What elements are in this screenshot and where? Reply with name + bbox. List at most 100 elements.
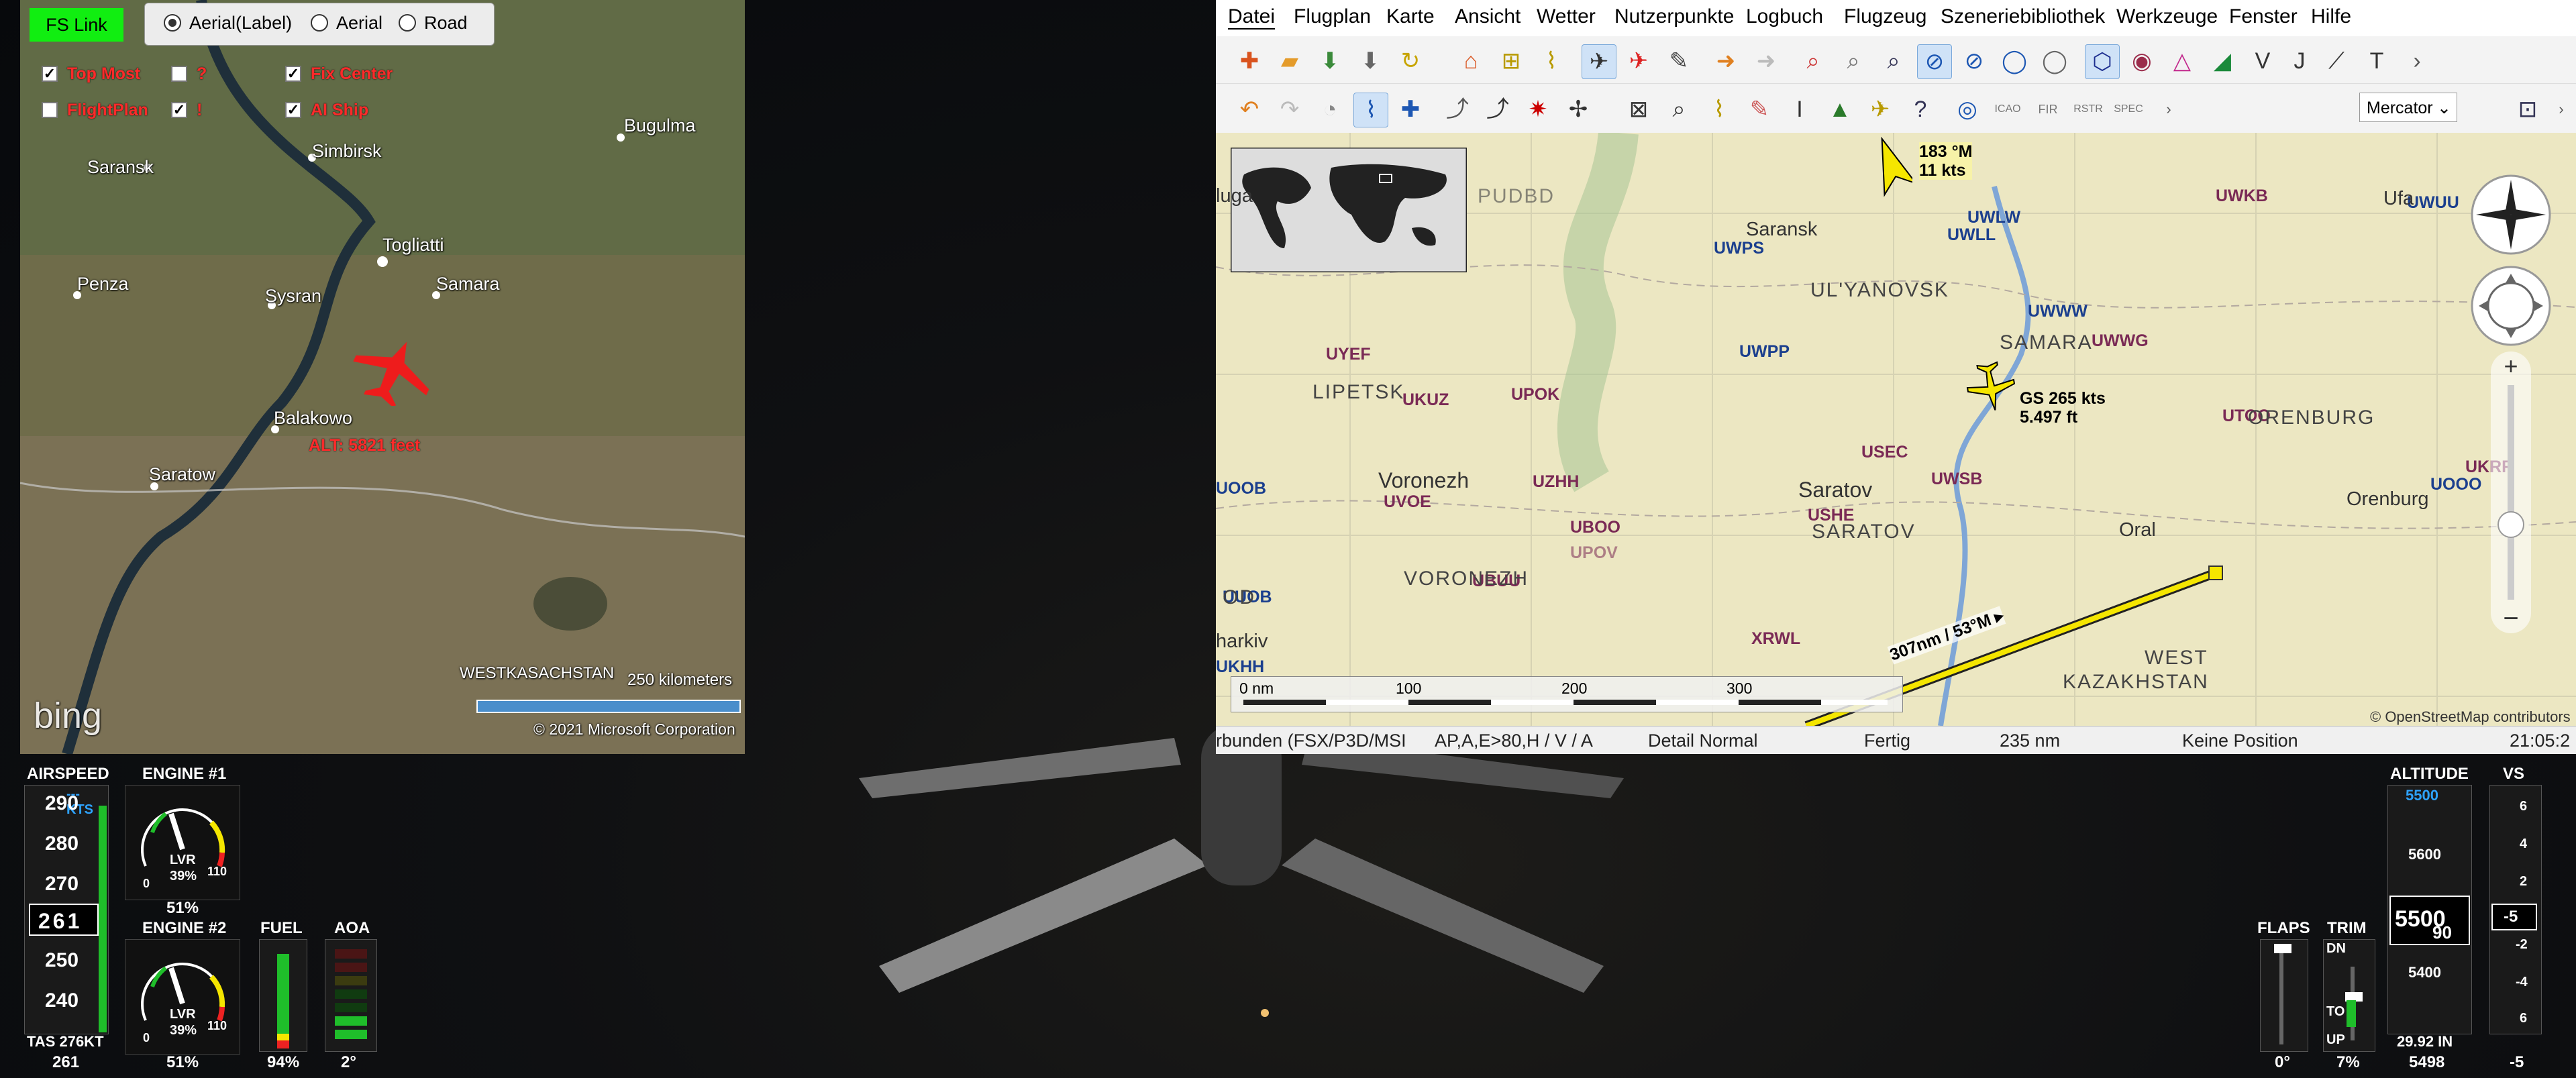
waypoint-icon[interactable]: △ (2165, 44, 2199, 78)
radio-road[interactable] (399, 14, 416, 32)
more-icon[interactable]: › (2544, 93, 2576, 126)
undo-icon[interactable]: ↶ (1233, 93, 1266, 126)
airport-label[interactable]: UVOE (1384, 492, 1431, 512)
aircraft-info-icon[interactable]: ✈ (1863, 93, 1897, 126)
airport-label[interactable]: UPOK (1511, 385, 1559, 405)
fir-icon[interactable]: FIR (2031, 93, 2065, 126)
airport-label[interactable]: UKUZ (1402, 390, 1449, 410)
radio-aerial-label[interactable] (164, 14, 181, 32)
bing-map-panel[interactable]: FS Link Aerial(Label) Aerial Road ✓ Top … (20, 0, 745, 754)
terrain-icon[interactable]: ▲ (1823, 93, 1857, 126)
search-icon[interactable]: ⌕ (1662, 93, 1696, 126)
text-icon[interactable]: I (1783, 93, 1816, 126)
map-theme-icon[interactable]: ⊡ (2511, 93, 2544, 126)
airport-label[interactable]: UYEF (1326, 345, 1371, 364)
user-aircraft-icon[interactable] (1966, 361, 2016, 411)
navmap-window[interactable]: Datei Flugplan Karte Ansicht Wetter Nutz… (1216, 0, 2576, 754)
airport-soft-icon[interactable]: ⊘ (1957, 44, 1991, 78)
airport-label[interactable]: UWPS (1714, 239, 1764, 258)
crosshair-icon[interactable]: ✢ (1561, 93, 1595, 126)
airport-label[interactable]: UWKB (2216, 186, 2268, 206)
back-icon[interactable]: ➜ (1709, 44, 1743, 78)
airport-add-icon[interactable]: ◯ (2038, 44, 2071, 78)
calc-route-icon[interactable]: ⤴ (1481, 93, 1514, 126)
text-t-icon[interactable]: T (2360, 44, 2393, 78)
open-folder-icon[interactable]: ▰ (1273, 44, 1306, 78)
aircraft-follow-icon[interactable]: ✈ (1582, 44, 1616, 79)
victor-airway-icon[interactable]: V (2246, 44, 2279, 78)
home-icon[interactable]: ⌂ (1454, 44, 1488, 78)
world-overview-map[interactable] (1231, 148, 1467, 272)
remove-trail-icon[interactable]: ✎ (1662, 44, 1696, 78)
compass-rose-icon[interactable]: ◎ (1951, 93, 1984, 126)
navmap-canvas[interactable]: 183 °M 11 kts GS 265 kts 5.497 ft 307nm … (1216, 133, 2576, 726)
compass-rose-icon[interactable] (2469, 173, 2553, 256)
zoom-slider[interactable]: + − (2491, 352, 2531, 633)
aircraft-trail-icon[interactable]: ✈ (1622, 44, 1655, 78)
airport-filter-icon[interactable]: ⊘ (1917, 44, 1952, 79)
redo-icon[interactable]: ↷ (1273, 93, 1306, 126)
menu-logbuch[interactable]: Logbuch (1746, 5, 1823, 28)
menu-werkzeuge[interactable]: Werkzeuge (2116, 5, 2218, 28)
zoom-fit-icon[interactable]: ⌕ (1877, 44, 1910, 78)
checkbox-warning[interactable]: ✓ (171, 102, 187, 118)
checkbox-help[interactable] (171, 66, 187, 82)
airport-empty-icon[interactable]: ◯ (1998, 44, 2031, 78)
save-icon[interactable]: ⬇ (1313, 44, 1347, 78)
airport-label[interactable]: UWLW (1967, 208, 2020, 227)
jet-airway-icon[interactable]: J (2283, 44, 2316, 78)
zoom-in-icon[interactable]: + (2500, 354, 2522, 378)
edit-route-icon[interactable]: ⌇ (1353, 93, 1388, 127)
airport-label[interactable]: UWLL (1947, 225, 1996, 245)
star-route-icon[interactable]: ✷ (1521, 93, 1555, 126)
info-icon[interactable]: ✎ (1743, 93, 1776, 126)
fs-link-button[interactable]: FS Link (30, 8, 123, 42)
checkbox-flightplan[interactable] (42, 102, 58, 118)
save-as-icon[interactable]: ⬇ (1353, 44, 1387, 78)
menu-szeneriebibliothek[interactable]: Szeneriebibliothek (1941, 5, 2105, 28)
vor-icon[interactable]: ⬡ (2085, 44, 2120, 79)
ndb-icon[interactable]: ◉ (2125, 44, 2159, 78)
pan-control-icon[interactable] (2469, 264, 2553, 347)
airport-label[interactable]: UOOO (2430, 475, 2481, 494)
map-details-icon[interactable]: ⊠ (1622, 93, 1655, 126)
airport-label[interactable]: UKHH (1216, 657, 1264, 677)
more-icon[interactable]: › (2152, 93, 2185, 126)
zoom-out-icon[interactable]: ⌕ (1837, 44, 1870, 78)
checkbox-fix-center[interactable]: ✓ (285, 66, 301, 82)
menu-fenster[interactable]: Fenster (2229, 5, 2298, 28)
airport-label[interactable]: UWSB (1931, 470, 1982, 489)
direct-icon[interactable]: ⤴ (1441, 93, 1474, 126)
map-mode-selector[interactable]: Aerial(Label) Aerial Road (144, 3, 495, 46)
airport-label[interactable]: UWPP (1739, 342, 1790, 362)
route-icon[interactable]: ⌇ (1535, 44, 1568, 78)
airport-label[interactable]: UWWG (2092, 331, 2149, 351)
menu-datei[interactable]: Datei (1228, 5, 1276, 30)
center-icon[interactable]: ⊞ (1494, 44, 1528, 78)
airport-label[interactable]: UOOB (1216, 479, 1266, 498)
airport-label[interactable]: USEC (1861, 443, 1908, 462)
projection-select[interactable]: Mercator ⌄ (2359, 93, 2457, 122)
airport-label[interactable]: UWWW (2028, 302, 2088, 321)
zoom-handle[interactable] (2497, 511, 2524, 538)
menu-flugplan[interactable]: Flugplan (1294, 5, 1371, 28)
icao-icon[interactable]: ICAO (1991, 93, 2024, 126)
add-waypoint-icon[interactable]: ✚ (1394, 93, 1427, 126)
spec-icon[interactable]: SPEC (2112, 93, 2145, 126)
restr-icon[interactable]: RSTR (2071, 93, 2105, 126)
menu-hilfe[interactable]: Hilfe (2311, 5, 2351, 28)
forward-icon[interactable]: ➜ (1749, 44, 1783, 78)
menu-flugzeug[interactable]: Flugzeug (1844, 5, 1926, 28)
help-icon[interactable]: ? (1904, 93, 1937, 126)
measure-icon[interactable]: ◔ (1313, 93, 1347, 126)
checkbox-ai-ship[interactable]: ✓ (285, 102, 301, 118)
new-flightplan-icon[interactable]: ✚ (1233, 44, 1266, 78)
menu-ansicht[interactable]: Ansicht (1455, 5, 1521, 28)
airport-label[interactable]: UPOV (1570, 543, 1618, 563)
reload-icon[interactable]: ↻ (1394, 44, 1427, 78)
zoom-out-icon[interactable]: − (2500, 605, 2522, 632)
menu-karte[interactable]: Karte (1386, 5, 1435, 28)
zoom-in-icon[interactable]: ⌕ (1796, 44, 1830, 78)
route-profile-icon[interactable]: ⌇ (1702, 93, 1736, 126)
track-icon[interactable]: ⟋ (2320, 44, 2353, 78)
